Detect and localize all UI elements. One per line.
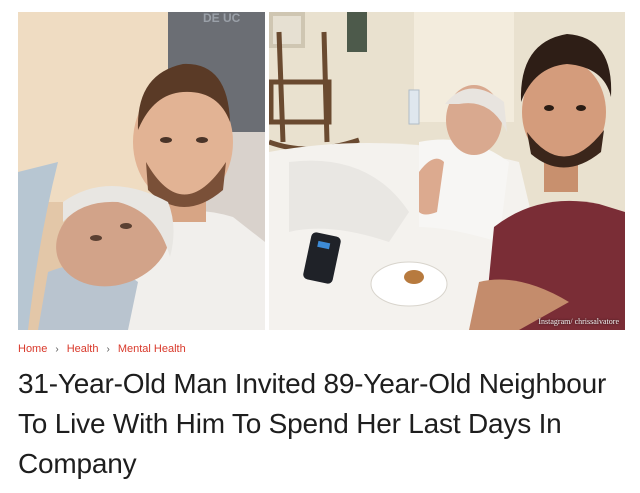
svg-text:DE UC: DE UC (203, 12, 241, 25)
article-headline: 31-Year-Old Man Invited 89-Year-Old Neig… (18, 368, 607, 479)
chevron-right-icon: › (106, 343, 110, 355)
chevron-right-icon: › (55, 343, 59, 355)
photo-left: DE UC (18, 12, 265, 330)
breadcrumb-health-link[interactable]: Health (67, 343, 99, 355)
article-image: DE UC Instagram/ chrissalvatore (18, 12, 625, 330)
photo-credit: Instagram/ chrissalvatore (538, 317, 619, 326)
breadcrumb-home-link[interactable]: Home (18, 343, 47, 355)
photo-right: Instagram/ chrissalvatore (269, 12, 625, 330)
breadcrumb: Home › Health › Mental Health (18, 343, 186, 355)
article-page: DE UC Instagram/ chrissalvatore Home › H… (0, 0, 640, 493)
photo-left-illustration: DE UC (18, 12, 265, 330)
photo-right-illustration (269, 12, 625, 330)
breadcrumb-mental-health-link[interactable]: Mental Health (118, 343, 186, 355)
